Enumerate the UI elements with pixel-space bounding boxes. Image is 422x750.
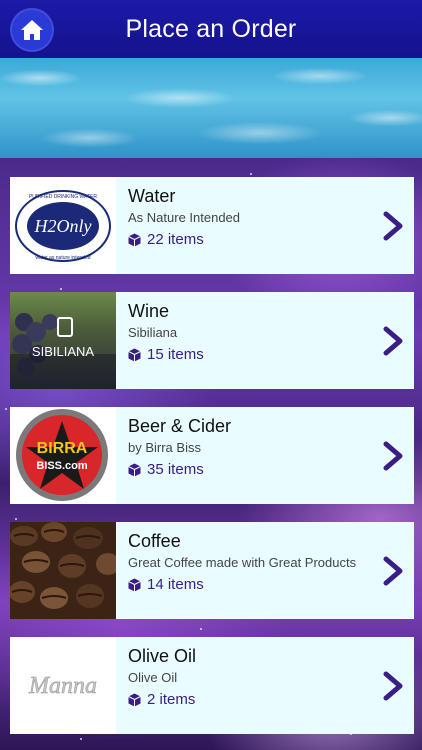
- beer-logo-text-1: BIRRA: [37, 440, 88, 457]
- page-title: Place an Order: [125, 14, 297, 43]
- app-header: Place an Order: [0, 0, 422, 58]
- cube-icon: [128, 463, 141, 476]
- wine-logo-text: SIBILIANA: [32, 344, 94, 359]
- water-logo-text: H2Only: [34, 216, 92, 236]
- category-title: Wine: [128, 301, 170, 321]
- item-count: 2 items: [147, 691, 196, 708]
- category-subtitle: Olive Oil: [128, 670, 178, 685]
- home-icon: [21, 20, 43, 40]
- chevron-right-icon: [383, 556, 403, 585]
- category-card-wine[interactable]: SIBILIANA Wine Sibiliana 15 items: [10, 292, 414, 389]
- item-count: 15 items: [147, 346, 204, 363]
- water-banner-image: [0, 58, 422, 158]
- item-count: 22 items: [147, 231, 204, 248]
- category-title: Olive Oil: [128, 646, 197, 666]
- category-title: Water: [128, 186, 176, 206]
- beer-logo-text-2: BISS.com: [36, 460, 88, 472]
- category-subtitle: Sibiliana: [128, 325, 178, 340]
- olive-oil-logo: Manna: [10, 637, 116, 734]
- cube-icon: [128, 233, 141, 246]
- water-logo-ring-bottom: water as nature intended: [35, 255, 90, 261]
- chevron-right-icon: [383, 671, 403, 700]
- category-title: Coffee: [128, 531, 181, 551]
- category-subtitle: As Nature Intended: [128, 210, 241, 225]
- category-card-coffee[interactable]: Coffee Great Coffee made with Great Prod…: [10, 522, 414, 619]
- category-subtitle: by Birra Biss: [128, 440, 201, 455]
- olive-oil-logo-text: Manna: [28, 673, 97, 699]
- cube-icon: [128, 348, 141, 361]
- coffee-image: [10, 522, 116, 619]
- beer-logo: BIRRA BISS.com: [10, 407, 116, 504]
- category-card-olive-oil[interactable]: Manna Olive Oil Olive Oil 2 items: [10, 637, 414, 734]
- chevron-right-icon: [383, 326, 403, 355]
- chevron-right-icon: [383, 211, 403, 240]
- item-count: 14 items: [147, 576, 204, 593]
- category-card-water[interactable]: H2Only PURIFIED DRINKING WATER water as …: [10, 177, 414, 274]
- cube-icon: [128, 693, 141, 706]
- cube-icon: [128, 578, 141, 591]
- home-button[interactable]: [10, 8, 54, 52]
- wine-logo: SIBILIANA: [10, 292, 116, 389]
- category-card-beer-cider[interactable]: BIRRA BISS.com Beer & Cider by Birra Bis…: [10, 407, 414, 504]
- category-subtitle: Great Coffee made with Great Products: [128, 555, 357, 570]
- category-title: Beer & Cider: [128, 416, 232, 436]
- water-logo-ring-top: PURIFIED DRINKING WATER: [29, 194, 97, 200]
- chevron-right-icon: [383, 441, 403, 470]
- item-count: 35 items: [147, 461, 204, 478]
- water-logo: H2Only PURIFIED DRINKING WATER water as …: [10, 177, 116, 274]
